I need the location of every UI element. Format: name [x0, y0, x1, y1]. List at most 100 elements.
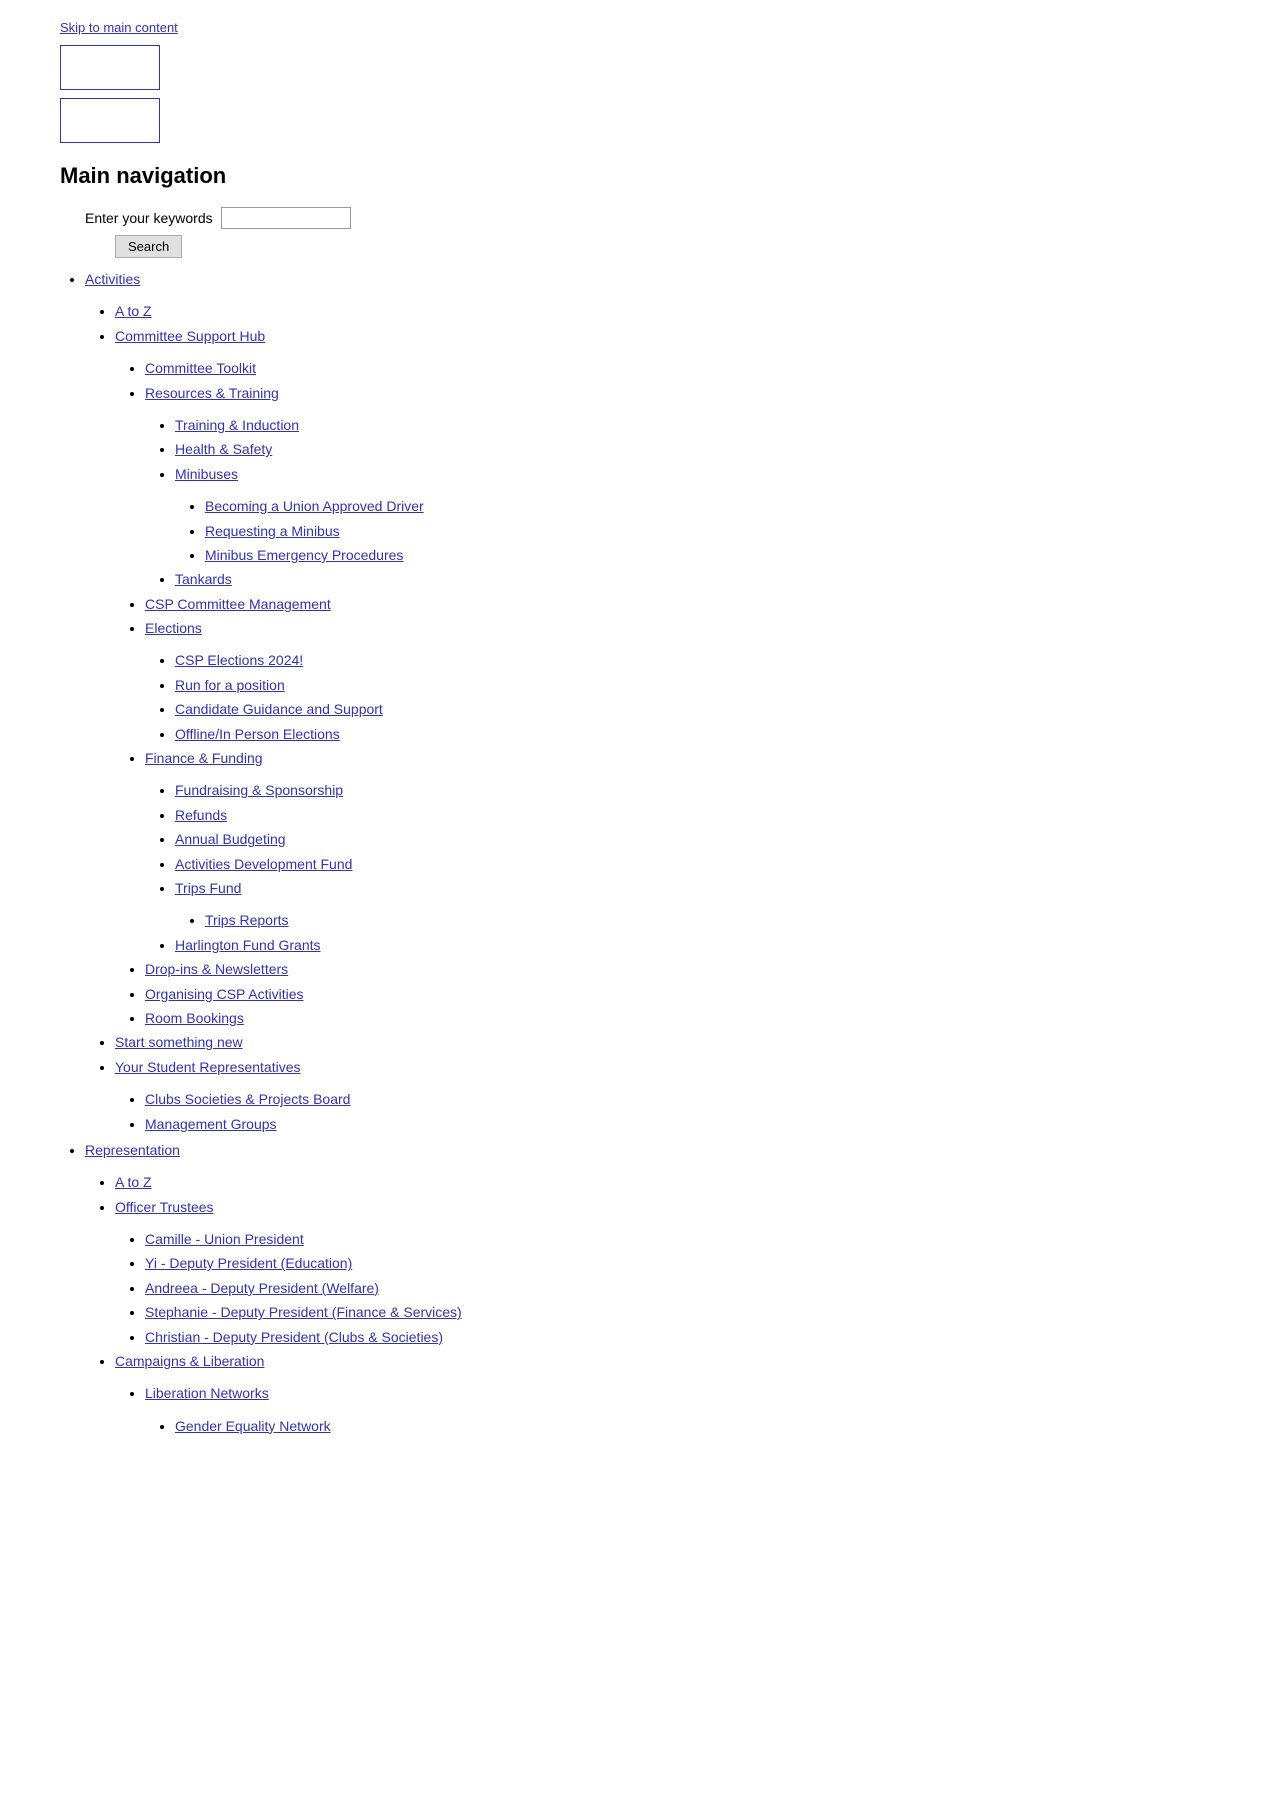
logo-area — [60, 45, 1220, 143]
nav-link-andreea[interactable]: Andreea - Deputy President (Welfare) — [145, 1280, 379, 1296]
nav-link-annual-budgeting[interactable]: Annual Budgeting — [175, 831, 286, 847]
nav-link-activities[interactable]: Activities — [85, 271, 140, 287]
nav-student-reps-children: Clubs Societies & Projects Board Managem… — [115, 1088, 1220, 1135]
nav-trustees-children: Camille - Union President Yi - Deputy Pr… — [115, 1228, 1220, 1348]
search-button[interactable]: Search — [115, 235, 182, 258]
list-item: Offline/In Person Elections — [175, 723, 1220, 745]
list-item: Resources & Training Training & Inductio… — [145, 382, 1220, 591]
nav-link-minibuses[interactable]: Minibuses — [175, 466, 238, 482]
search-section: Enter your keywords Search — [60, 207, 1220, 258]
list-item: Fundraising & Sponsorship — [175, 779, 1220, 801]
list-item: Committee Support Hub Committee Toolkit … — [115, 325, 1220, 1030]
list-item: Management Groups — [145, 1113, 1220, 1135]
nav-link-finance-funding[interactable]: Finance & Funding — [145, 750, 263, 766]
search-row: Enter your keywords — [85, 207, 1220, 229]
list-item: Camille - Union President — [145, 1228, 1220, 1250]
list-item: Activities Development Fund — [175, 853, 1220, 875]
nav-link-harlington-fund[interactable]: Harlington Fund Grants — [175, 937, 321, 953]
list-item: Campaigns & Liberation Liberation Networ… — [115, 1350, 1220, 1437]
list-item: Run for a position — [175, 674, 1220, 696]
list-item: Finance & Funding Fundraising & Sponsors… — [145, 747, 1220, 956]
nav-link-christian[interactable]: Christian - Deputy President (Clubs & So… — [145, 1329, 443, 1345]
list-item: A to Z — [115, 300, 1220, 322]
list-item: CSP Elections 2024! — [175, 649, 1220, 671]
list-item: Training & Induction — [175, 414, 1220, 436]
list-item: Organising CSP Activities — [145, 983, 1220, 1005]
nav-link-run-position[interactable]: Run for a position — [175, 677, 285, 693]
search-input[interactable] — [221, 207, 351, 229]
list-item: Tankards — [175, 568, 1220, 590]
skip-link[interactable]: Skip to main content — [60, 20, 1220, 35]
list-item: Harlington Fund Grants — [175, 934, 1220, 956]
nav-link-tankards[interactable]: Tankards — [175, 571, 232, 587]
nav-link-union-approved-driver[interactable]: Becoming a Union Approved Driver — [205, 498, 424, 514]
list-item: Trips Reports — [205, 909, 1220, 931]
nav-link-health-safety[interactable]: Health & Safety — [175, 441, 272, 457]
nav-link-gender-equality[interactable]: Gender Equality Network — [175, 1418, 331, 1434]
list-item: Room Bookings — [145, 1007, 1220, 1029]
list-item: Trips Fund Trips Reports — [175, 877, 1220, 932]
nav-item-activities: Activities A to Z Committee Support Hub … — [85, 268, 1220, 1135]
nav-link-resources-training[interactable]: Resources & Training — [145, 385, 279, 401]
nav-link-atoz-representation[interactable]: A to Z — [115, 1174, 152, 1190]
list-item: Minibuses Becoming a Union Approved Driv… — [175, 463, 1220, 567]
list-item: Andreea - Deputy President (Welfare) — [145, 1277, 1220, 1299]
main-nav-heading: Main navigation — [60, 163, 1220, 189]
nav-link-officer-trustees[interactable]: Officer Trustees — [115, 1199, 214, 1215]
nav-link-camille[interactable]: Camille - Union President — [145, 1231, 304, 1247]
nav-top-list: Activities A to Z Committee Support Hub … — [60, 268, 1220, 1437]
nav-trips-children: Trips Reports — [175, 909, 1220, 931]
nav-resources-children: Training & Induction Health & Safety Min… — [145, 414, 1220, 591]
nav-link-management-groups[interactable]: Management Groups — [145, 1116, 277, 1132]
nav-link-refunds[interactable]: Refunds — [175, 807, 227, 823]
nav-link-trips-fund[interactable]: Trips Fund — [175, 880, 241, 896]
nav-link-candidate-guidance[interactable]: Candidate Guidance and Support — [175, 701, 383, 717]
nav-link-liberation-networks[interactable]: Liberation Networks — [145, 1385, 269, 1401]
nav-link-trips-reports[interactable]: Trips Reports — [205, 912, 289, 928]
list-item: Yi - Deputy President (Education) — [145, 1252, 1220, 1274]
nav-representation-children: A to Z Officer Trustees Camille - Union … — [85, 1171, 1220, 1437]
nav-item-representation: Representation A to Z Officer Trustees C… — [85, 1139, 1220, 1437]
nav-activities-children: A to Z Committee Support Hub Committee T… — [85, 300, 1220, 1135]
nav-link-elections[interactable]: Elections — [145, 620, 202, 636]
nav-campaigns-children: Liberation Networks Gender Equality Netw… — [115, 1382, 1220, 1437]
nav-link-representation[interactable]: Representation — [85, 1142, 180, 1158]
list-item: A to Z — [115, 1171, 1220, 1193]
list-item: Becoming a Union Approved Driver — [205, 495, 1220, 517]
list-item: CSP Committee Management — [145, 593, 1220, 615]
logo-bottom — [60, 98, 160, 143]
nav-link-committee-toolkit[interactable]: Committee Toolkit — [145, 360, 256, 376]
nav-link-student-reps[interactable]: Your Student Representatives — [115, 1059, 301, 1075]
list-item: Elections CSP Elections 2024! Run for a … — [145, 617, 1220, 745]
nav-link-activities-development-fund[interactable]: Activities Development Fund — [175, 856, 352, 872]
nav-link-csp-committee-management[interactable]: CSP Committee Management — [145, 596, 331, 612]
nav-minibuses-children: Becoming a Union Approved Driver Request… — [175, 495, 1220, 566]
nav-link-atoz-activities[interactable]: A to Z — [115, 303, 152, 319]
list-item: Health & Safety — [175, 438, 1220, 460]
nav-link-clubs-societies-board[interactable]: Clubs Societies & Projects Board — [145, 1091, 350, 1107]
nav-link-requesting-minibus[interactable]: Requesting a Minibus — [205, 523, 340, 539]
nav-link-campaigns-liberation[interactable]: Campaigns & Liberation — [115, 1353, 264, 1369]
nav-link-stephanie[interactable]: Stephanie - Deputy President (Finance & … — [145, 1304, 462, 1320]
nav-csh-children: Committee Toolkit Resources & Training T… — [115, 357, 1220, 1029]
nav-link-dropins-newsletters[interactable]: Drop-ins & Newsletters — [145, 961, 288, 977]
nav-link-training-induction[interactable]: Training & Induction — [175, 417, 299, 433]
list-item: Stephanie - Deputy President (Finance & … — [145, 1301, 1220, 1323]
nav-link-organising-csp[interactable]: Organising CSP Activities — [145, 986, 303, 1002]
nav-link-room-bookings[interactable]: Room Bookings — [145, 1010, 244, 1026]
nav-link-csp-elections[interactable]: CSP Elections 2024! — [175, 652, 303, 668]
list-item: Committee Toolkit — [145, 357, 1220, 379]
list-item: Clubs Societies & Projects Board — [145, 1088, 1220, 1110]
nav-link-yi[interactable]: Yi - Deputy President (Education) — [145, 1255, 352, 1271]
nav-liberation-children: Gender Equality Network — [145, 1415, 1220, 1437]
list-item: Drop-ins & Newsletters — [145, 958, 1220, 980]
nav-link-fundraising[interactable]: Fundraising & Sponsorship — [175, 782, 343, 798]
nav-link-start-something-new[interactable]: Start something new — [115, 1034, 243, 1050]
nav-link-offline-elections[interactable]: Offline/In Person Elections — [175, 726, 340, 742]
list-item: Requesting a Minibus — [205, 520, 1220, 542]
logo-top — [60, 45, 160, 90]
list-item: Officer Trustees Camille - Union Preside… — [115, 1196, 1220, 1348]
nav-link-minibus-emergency[interactable]: Minibus Emergency Procedures — [205, 547, 403, 563]
nav-link-committee-support-hub[interactable]: Committee Support Hub — [115, 328, 265, 344]
list-item: Liberation Networks Gender Equality Netw… — [145, 1382, 1220, 1437]
